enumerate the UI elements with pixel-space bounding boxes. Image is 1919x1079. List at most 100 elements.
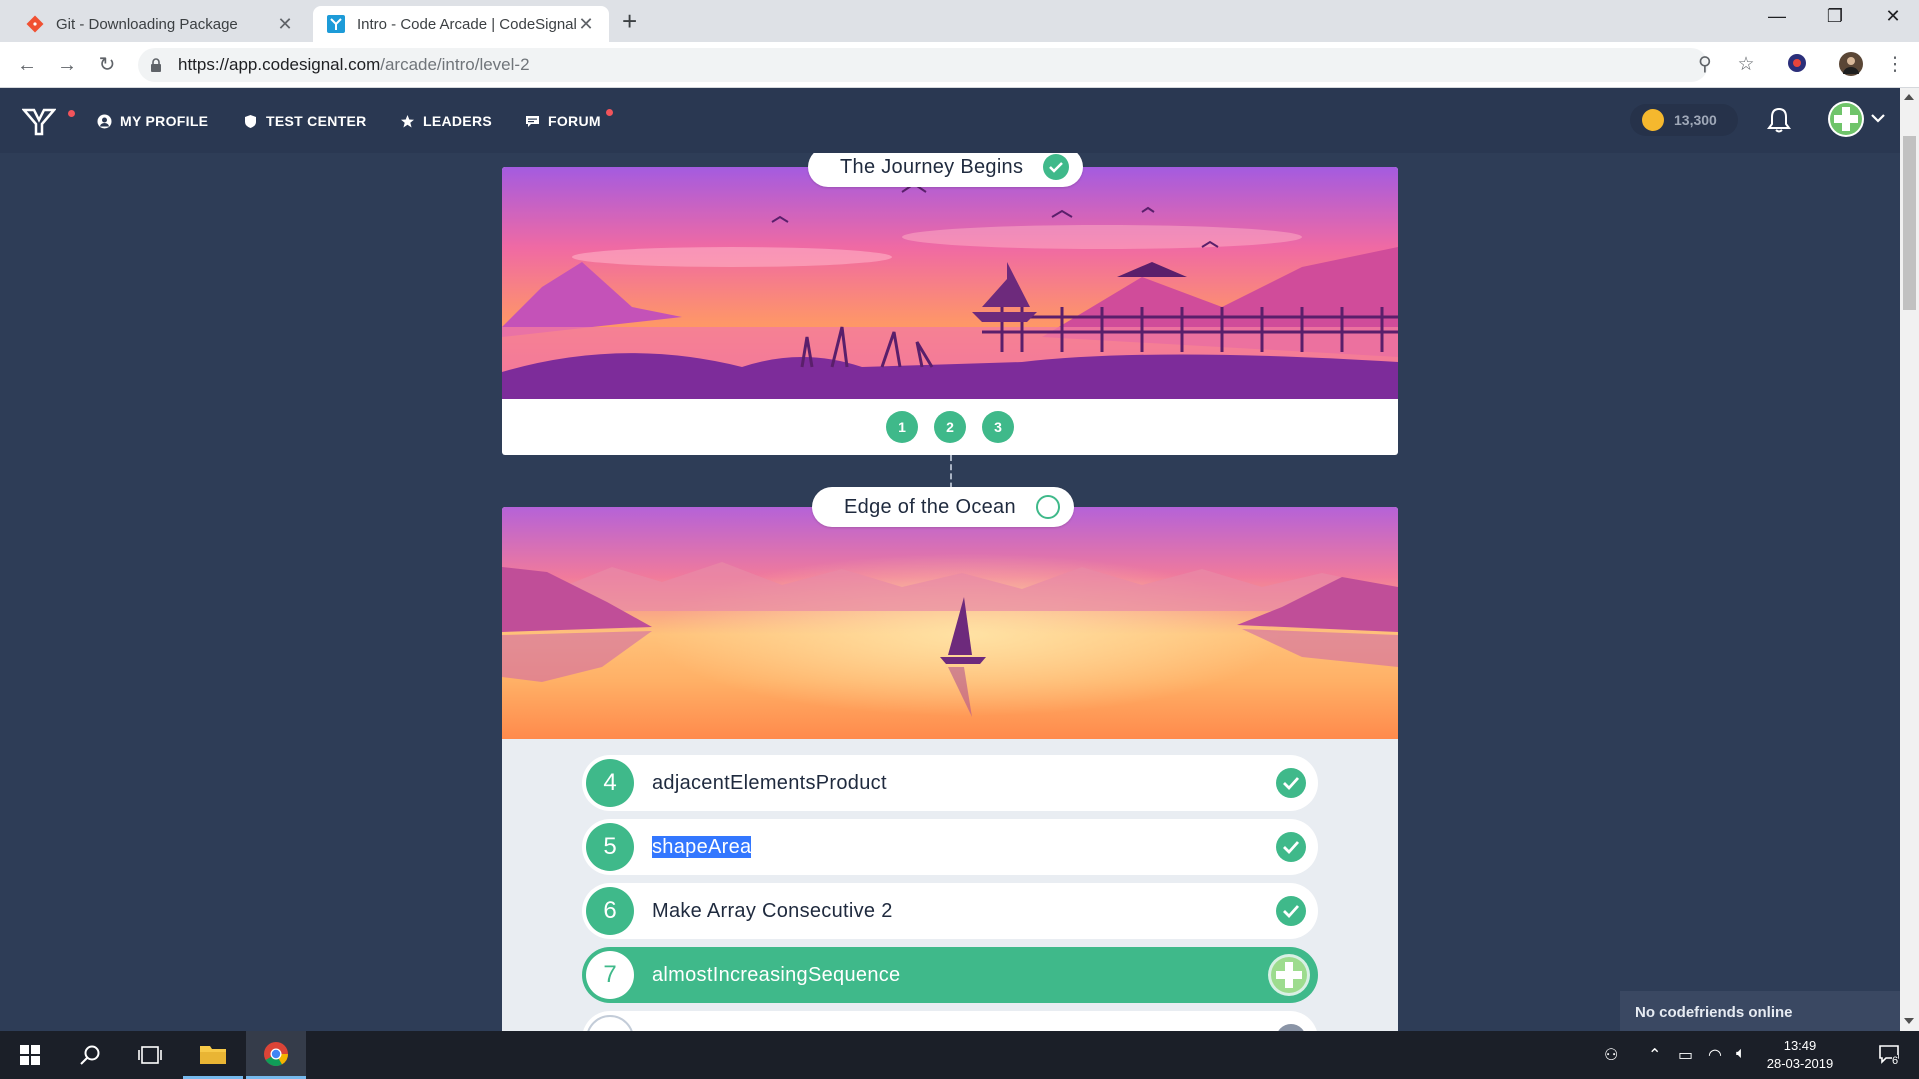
zoom-icon[interactable]: ⚲ — [1692, 52, 1718, 78]
check-icon — [1276, 896, 1306, 926]
restore-icon[interactable]: ❐ — [1820, 6, 1850, 27]
task-row-8[interactable] — [582, 1011, 1318, 1031]
task-number — [586, 1015, 634, 1031]
search-icon[interactable] — [60, 1031, 120, 1079]
level-title: The Journey Begins — [840, 155, 1024, 178]
level-card-edge-of-ocean: 4 adjacentElementsProduct 5 shapeArea 6 … — [502, 507, 1398, 1031]
coin-count: 13,300 — [1674, 112, 1717, 128]
level-card-journey-begins: 1 2 3 — [502, 167, 1398, 455]
task-number: 6 — [586, 887, 634, 935]
task-name-wrapper: shapeArea — [652, 835, 1276, 859]
task-list: 4 adjacentElementsProduct 5 shapeArea 6 … — [582, 755, 1318, 1031]
task-row-7[interactable]: 7 almostIncreasingSequence — [582, 947, 1318, 1003]
codesignal-favicon-icon — [327, 15, 345, 33]
nav-forum[interactable]: FORUM — [525, 110, 601, 132]
tab-code-arcade[interactable]: Intro - Code Arcade | CodeSignal ✕ — [313, 6, 609, 42]
arcade-map: 1 2 3 The Journey Begins 4 adjacentEleme… — [0, 153, 1900, 1031]
user-icon — [97, 114, 112, 128]
wifi-icon[interactable]: ◠ — [1708, 1045, 1722, 1065]
people-icon[interactable]: ⚇ — [1604, 1045, 1618, 1065]
start-task-icon[interactable] — [1268, 954, 1310, 996]
level-dot[interactable]: 3 — [982, 411, 1014, 443]
forward-icon[interactable]: → — [52, 50, 82, 80]
task-row-4[interactable]: 4 adjacentElementsProduct — [582, 755, 1318, 811]
page-scrollbar[interactable] — [1900, 88, 1919, 1031]
window-close-icon[interactable]: ✕ — [1878, 6, 1908, 27]
codesignal-logo-icon[interactable] — [22, 106, 56, 136]
nav-label: MY PROFILE — [120, 113, 209, 129]
tab-title: Intro - Code Arcade | CodeSignal — [357, 15, 577, 33]
nav-test-center[interactable]: TEST CENTER — [243, 110, 367, 132]
git-favicon-icon — [26, 15, 44, 33]
task-row-6[interactable]: 6 Make Array Consecutive 2 — [582, 883, 1318, 939]
level-dot[interactable]: 1 — [886, 411, 918, 443]
browser-tab-bar: Git - Downloading Package ✕ Intro - Code… — [0, 0, 1919, 42]
nav-label: FORUM — [548, 113, 601, 129]
codefriends-chat-panel[interactable]: No codefriends online — [1620, 991, 1900, 1031]
app-header: MY PROFILE TEST CENTER LEADERS FORUM 13,… — [0, 88, 1900, 153]
coin-balance[interactable]: 13,300 — [1630, 104, 1738, 136]
bookmark-star-icon[interactable]: ☆ — [1733, 52, 1759, 78]
file-explorer-icon[interactable] — [183, 1031, 243, 1079]
coin-icon — [1642, 109, 1664, 131]
level-title-pill[interactable]: The Journey Begins — [808, 153, 1084, 187]
task-name: Make Array Consecutive 2 — [652, 899, 893, 922]
task-number: 5 — [586, 823, 634, 871]
windows-taskbar: ⚇ ⌃ ▭ ◠ 🔈︎ 13:49 28-03-2019 6 — [0, 1031, 1919, 1079]
clock-date: 28-03-2019 — [1766, 1056, 1834, 1071]
task-number: 4 — [586, 759, 634, 807]
nav-label: LEADERS — [423, 113, 492, 129]
chat-bubble-icon — [526, 115, 539, 127]
menu-dots-icon[interactable]: ⋮ — [1882, 52, 1908, 78]
nav-leaders[interactable]: LEADERS — [400, 110, 492, 132]
task-number: 7 — [586, 951, 634, 999]
star-icon — [401, 114, 414, 127]
tab-title: Git - Downloading Package — [56, 15, 238, 33]
level-title: Edge of the Ocean — [844, 495, 1016, 518]
volume-icon[interactable]: 🔈︎ — [1736, 1045, 1746, 1063]
scrollbar-thumb[interactable] — [1903, 136, 1916, 310]
level-progress-dots: 1 2 3 — [502, 411, 1398, 443]
bell-icon[interactable] — [1766, 106, 1792, 134]
system-clock[interactable]: 13:49 28-03-2019 — [1760, 1037, 1840, 1073]
address-bar[interactable]: https://app.codesignal.com/arcade/intro/… — [138, 48, 1708, 82]
user-avatar[interactable] — [1828, 101, 1864, 137]
chrome-icon[interactable] — [246, 1031, 306, 1079]
scroll-up-icon[interactable] — [1904, 94, 1914, 100]
minimize-icon[interactable]: — — [1762, 6, 1792, 27]
nav-label: TEST CENTER — [266, 113, 367, 129]
check-icon — [1043, 154, 1070, 180]
chevron-up-icon[interactable]: ⌃ — [1648, 1045, 1661, 1065]
task-view-icon[interactable] — [120, 1031, 180, 1079]
level-dot[interactable]: 2 — [934, 411, 966, 443]
extension-icon[interactable] — [1784, 52, 1810, 78]
incomplete-ring-icon — [1035, 495, 1060, 519]
reload-icon[interactable]: ↻ — [92, 50, 122, 80]
shield-icon — [245, 114, 256, 128]
task-name: almostIncreasingSequence — [652, 963, 901, 986]
new-tab-icon[interactable]: + — [622, 8, 637, 34]
notification-count: 6 — [1892, 1055, 1899, 1067]
avatar-cross-icon — [1830, 103, 1862, 135]
tab-git-downloading[interactable]: Git - Downloading Package ✕ — [12, 6, 308, 42]
task-name: shapeArea — [652, 835, 752, 858]
level-title-pill[interactable]: Edge of the Ocean — [812, 487, 1074, 527]
browser-toolbar: ← → ↻ https://app.codesignal.com/arcade/… — [0, 42, 1919, 88]
nav-my-profile[interactable]: MY PROFILE — [97, 110, 208, 132]
close-tab-icon[interactable]: ✕ — [577, 14, 595, 35]
ocean-sunset-illustration — [502, 507, 1398, 739]
close-tab-icon[interactable]: ✕ — [276, 14, 294, 35]
task-row-5[interactable]: 5 shapeArea — [582, 819, 1318, 875]
scroll-down-icon[interactable] — [1904, 1018, 1914, 1024]
action-center-icon[interactable]: 6 — [1860, 1031, 1919, 1079]
clock-time: 13:49 — [1783, 1038, 1817, 1053]
windows-start-icon[interactable] — [0, 1031, 60, 1079]
notification-dot — [68, 110, 75, 117]
locked-icon — [1276, 1024, 1306, 1031]
chevron-down-icon[interactable] — [1870, 110, 1886, 126]
battery-icon[interactable]: ▭ — [1678, 1045, 1693, 1065]
chat-status: No codefriends online — [1635, 1004, 1793, 1021]
url-path: /arcade/intro/level-2 — [380, 55, 530, 74]
profile-avatar-icon[interactable] — [1838, 52, 1864, 78]
back-icon[interactable]: ← — [12, 50, 42, 80]
